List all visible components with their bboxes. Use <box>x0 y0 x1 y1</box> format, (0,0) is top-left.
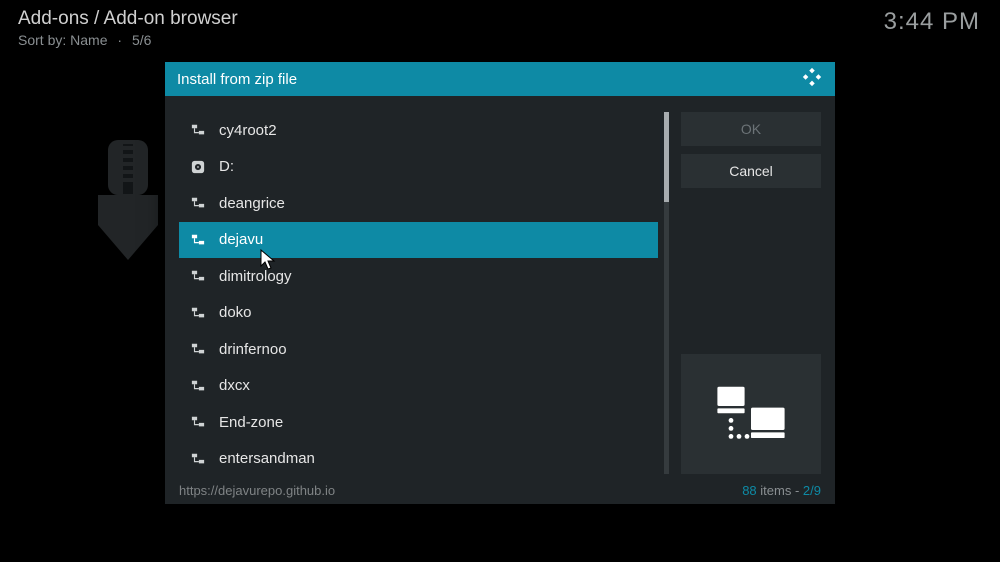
network-source-icon <box>187 123 209 137</box>
sort-label: Sort by: <box>18 32 66 48</box>
list-item[interactable]: dimitrology <box>179 258 658 295</box>
footer-path: https://dejavurepo.github.io <box>179 483 335 498</box>
source-list[interactable]: cy4root2 D: deangrice dejavu dimitrology doko… <box>179 112 658 474</box>
ok-button[interactable]: OK <box>681 112 821 146</box>
breadcrumb: Add-ons / Add-on browser <box>18 8 238 30</box>
network-source-icon <box>187 196 209 210</box>
list-item[interactable]: deangrice <box>179 185 658 222</box>
footer-position: 2/9 <box>803 483 821 498</box>
list-item[interactable]: drinfernoo <box>179 331 658 368</box>
list-item-label: dejavu <box>219 231 263 248</box>
list-item-label: D: <box>219 158 234 175</box>
kodi-logo-icon <box>801 66 823 93</box>
list-item[interactable]: End-zone <box>179 404 658 441</box>
network-source-icon <box>187 415 209 429</box>
list-item[interactable]: doko <box>179 295 658 332</box>
network-source-icon <box>187 452 209 466</box>
cancel-button[interactable]: Cancel <box>681 154 821 188</box>
list-item-label: cy4root2 <box>219 122 277 139</box>
source-preview <box>681 354 821 474</box>
list-item-label: dimitrology <box>219 268 292 285</box>
list-item[interactable]: cy4root2 <box>179 112 658 149</box>
network-source-icon <box>187 342 209 356</box>
clock: 3:44 PM <box>884 8 980 36</box>
scrollbar[interactable] <box>664 112 669 474</box>
dialog-header: Install from zip file <box>165 62 835 96</box>
scrollbar-thumb[interactable] <box>664 112 669 202</box>
network-source-icon <box>187 306 209 320</box>
separator: · <box>111 32 128 48</box>
network-source-icon <box>187 379 209 393</box>
list-item-label: drinfernoo <box>219 341 287 358</box>
sort-field[interactable]: Name <box>70 32 107 48</box>
list-item-label: dxcx <box>219 377 250 394</box>
list-item-label: deangrice <box>219 195 285 212</box>
list-item-label: End-zone <box>219 414 283 431</box>
list-item-label: entersandman <box>219 450 315 467</box>
dialog-title: Install from zip file <box>177 71 297 88</box>
disk-icon <box>187 160 209 174</box>
list-item[interactable]: entersandman <box>179 441 658 475</box>
list-item-label: doko <box>219 304 252 321</box>
install-from-zip-dialog: Install from zip file cy4root2 D: deangric… <box>165 62 835 504</box>
network-source-icon <box>187 233 209 247</box>
list-item[interactable]: dxcx <box>179 368 658 405</box>
list-position: 5/6 <box>132 32 151 48</box>
list-item[interactable]: dejavu <box>179 222 658 259</box>
install-zip-background-icon <box>78 140 178 265</box>
footer-count: 88 <box>742 483 756 498</box>
list-item[interactable]: D: <box>179 149 658 186</box>
network-source-icon <box>187 269 209 283</box>
